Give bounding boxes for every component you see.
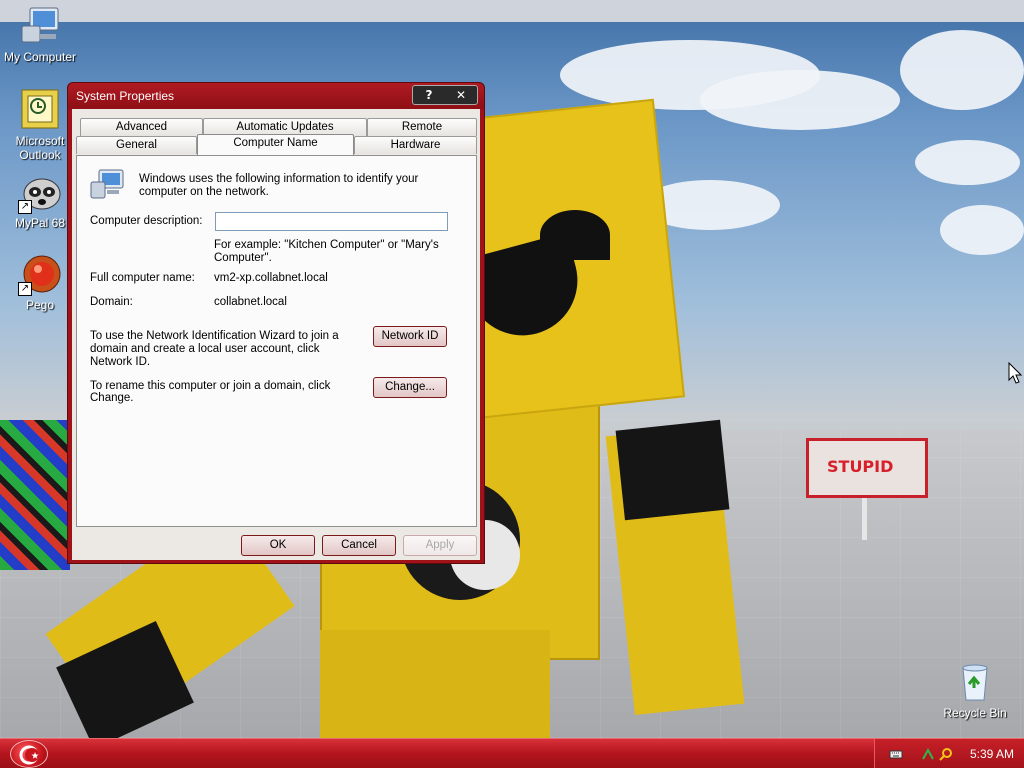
system-tray: 5:39 AM — [874, 739, 1024, 768]
computer-icon — [18, 4, 62, 48]
sign-text: STUPID — [827, 457, 894, 476]
cancel-button[interactable]: Cancel — [322, 535, 396, 556]
mouse-pointer-icon — [1008, 361, 1023, 384]
recycle-bin-icon — [953, 660, 997, 704]
cloud — [940, 205, 1024, 255]
tab-hardware[interactable]: Hardware — [354, 136, 477, 154]
dialog-title: System Properties — [76, 89, 175, 103]
rename-description: To rename this computer or join a domain… — [90, 380, 331, 404]
robot-right-shoulder — [615, 419, 730, 521]
tab-remote[interactable]: Remote — [367, 118, 477, 136]
outlook-icon — [18, 88, 62, 132]
computer-description-label: Computer description: — [90, 215, 203, 227]
domain-value: collabnet.local — [214, 296, 287, 308]
search-icon[interactable] — [939, 747, 953, 761]
network-status-icon[interactable] — [921, 747, 935, 761]
tab-advanced[interactable]: Advanced — [80, 118, 203, 136]
cloud — [700, 70, 900, 130]
keyboard-icon[interactable] — [889, 747, 903, 761]
cloud — [915, 140, 1020, 185]
intro-text: Windows uses the following information t… — [139, 173, 419, 198]
sign-post — [862, 498, 867, 540]
desktop-icon-label: My Computer — [3, 50, 77, 64]
full-computer-name-value: vm2-xp.collabnet.local — [214, 272, 328, 284]
network-id-button[interactable]: Network ID — [373, 326, 447, 347]
pego-icon: ↗ — [18, 252, 62, 296]
robot-legs — [320, 630, 550, 738]
apply-button[interactable]: Apply — [403, 535, 477, 556]
taskbar: 5:39 AM — [0, 738, 1024, 768]
desktop-icon-recycle-bin[interactable]: Recycle Bin — [935, 660, 1015, 720]
shortcut-arrow-icon: ↗ — [18, 282, 32, 296]
network-computer-icon — [89, 168, 125, 200]
help-button[interactable]: ? — [414, 87, 444, 103]
network-id-description: To use the Network Identification Wizard… — [90, 330, 339, 368]
wallpaper-top-strip — [0, 0, 1024, 22]
ok-button[interactable]: OK — [241, 535, 315, 556]
desktop-icon-label: Microsoft Outlook — [15, 134, 65, 162]
desktop-icon-label: Recycle Bin — [943, 706, 1007, 720]
wallpaper-blocks — [0, 420, 70, 570]
tab-general[interactable]: General — [76, 136, 197, 154]
example-text: For example: "Kitchen Computer" or "Mary… — [214, 239, 439, 264]
desktop-icon-label: Pego — [25, 298, 55, 312]
tab-computer-name[interactable]: Computer Name — [197, 134, 354, 155]
billboard-sign: STUPID — [806, 438, 928, 498]
full-computer-name-label: Full computer name: — [90, 272, 195, 284]
dialog-titlebar[interactable]: System Properties ? ✕ — [68, 83, 484, 109]
start-button[interactable] — [10, 740, 48, 768]
computer-name-panel: Windows uses the following information t… — [76, 155, 477, 527]
close-button[interactable]: ✕ — [446, 87, 476, 103]
system-properties-dialog: System Properties ? ✕ Advanced Automatic… — [67, 82, 485, 564]
desktop-icon-my-computer[interactable]: My Computer — [0, 4, 80, 64]
computer-description-input[interactable] — [215, 212, 448, 231]
cloud — [900, 30, 1024, 110]
raccoon-icon: ↗ — [18, 170, 62, 214]
titlebar-buttons: ? ✕ — [412, 85, 478, 105]
dialog-client-area: Advanced Automatic Updates Remote Genera… — [72, 109, 480, 560]
taskbar-clock[interactable]: 5:39 AM — [970, 747, 1014, 761]
change-button[interactable]: Change... — [373, 377, 447, 398]
desktop-icon-label: MyPal 68 — [14, 216, 66, 230]
shortcut-arrow-icon: ↗ — [18, 200, 32, 214]
domain-label: Domain: — [90, 296, 133, 308]
